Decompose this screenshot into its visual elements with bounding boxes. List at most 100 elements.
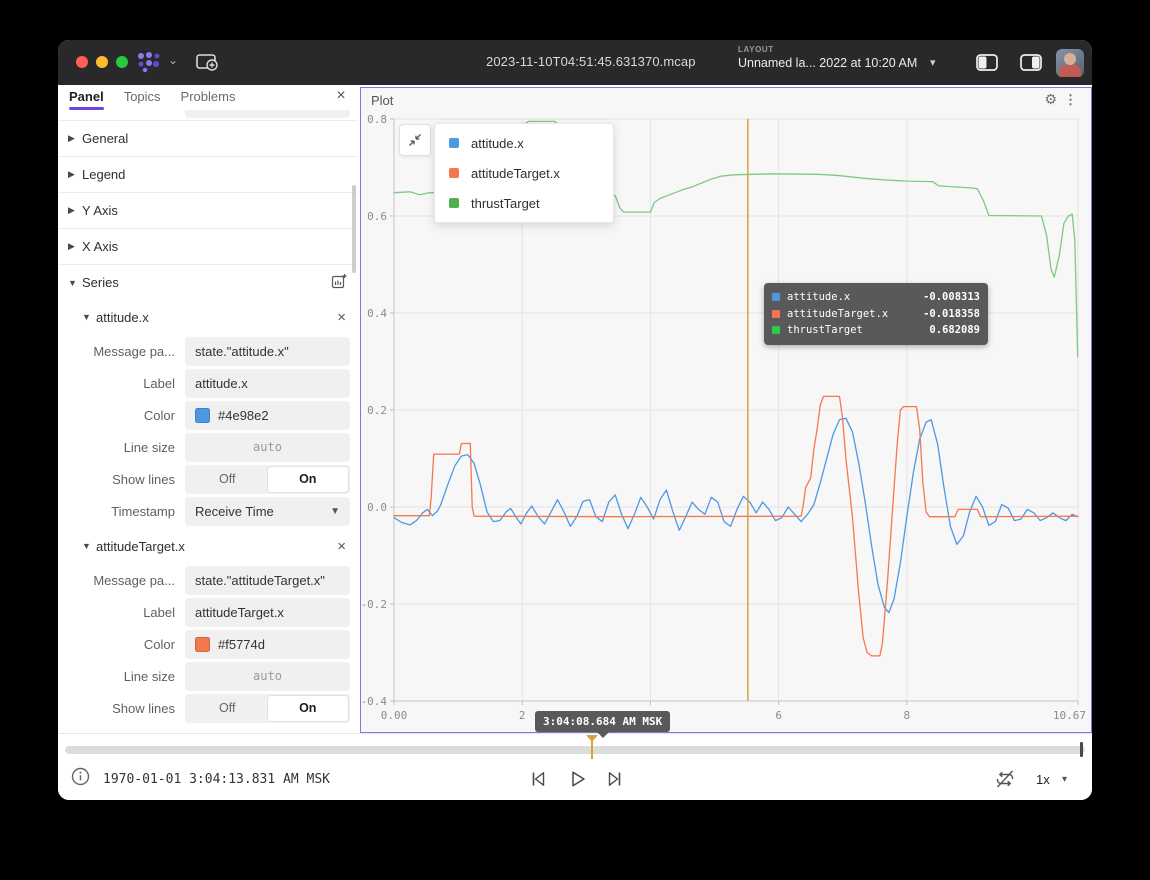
sidebar-section-y-axis[interactable]: ▶Y Axis: [58, 192, 358, 228]
toggle-option-on[interactable]: On: [268, 696, 349, 721]
legend-collapse-button[interactable]: [399, 124, 431, 156]
tab-problems[interactable]: Problems: [181, 89, 236, 107]
label-input[interactable]: attitudeTarget.x: [185, 598, 350, 627]
section-label: Series: [82, 275, 119, 290]
seek-forward-button[interactable]: [604, 768, 626, 795]
legend-item-thrusttarget[interactable]: thrustTarget: [435, 188, 613, 218]
tooltip-row-attitudetarget-x: attitudeTarget.x-0.018358: [772, 306, 980, 323]
playback-scrubber[interactable]: [65, 746, 1085, 754]
add-panel-icon[interactable]: [194, 50, 220, 79]
scrubber-hover-time-tooltip: 3:04:08.684 AM MSK: [535, 711, 670, 732]
color-field[interactable]: #f5774d: [185, 630, 350, 659]
series-header-attitudetarget-x[interactable]: ▼attitudeTarget.x×: [58, 529, 358, 563]
toggle-option-on[interactable]: On: [268, 467, 349, 492]
sidebar-section-legend[interactable]: ▶Legend: [58, 156, 358, 192]
legend-swatch-icon: [449, 138, 459, 148]
zoom-window-button[interactable]: [116, 56, 128, 68]
playback-bar: 1970-01-01 3:04:13.831 AM MSK: [58, 733, 1092, 800]
sidebar-section-x-axis[interactable]: ▶X Axis: [58, 228, 358, 264]
speed-chevron-icon[interactable]: ▾: [1062, 774, 1067, 785]
caret-right-icon: ▶: [68, 205, 82, 216]
tooltip-series-value: 0.682089: [929, 324, 980, 336]
message-pa-input[interactable]: state."attitude.x": [185, 337, 350, 366]
hover-values-tooltip: attitude.x-0.008313attitudeTarget.x-0.01…: [764, 283, 988, 345]
x-tick-label: 2: [519, 709, 526, 722]
legend-label: attitudeTarget.x: [471, 166, 560, 181]
field-label: Show lines: [58, 472, 185, 487]
loop-off-icon[interactable]: [993, 768, 1017, 795]
toggle-option-off[interactable]: Off: [187, 467, 268, 492]
remove-series-icon[interactable]: ×: [337, 309, 346, 326]
sidebar-content: Title Plot ▶General▶Legend▶Y Axis▶X Axis…: [58, 110, 358, 733]
plot-panel[interactable]: Plot ⚙ ⋮ 0.80.60.40.20.0-0.2-0.40.002468…: [360, 87, 1092, 733]
timestamp-select[interactable]: Receive Time▼: [185, 497, 350, 526]
line-size-input[interactable]: auto: [185, 662, 350, 691]
avatar-head: [1064, 53, 1076, 65]
field-row-line-size: Line sizeauto: [58, 662, 350, 691]
layout-chevron-icon[interactable]: ▾: [930, 56, 936, 69]
field-row-color: Color#4e98e2: [58, 401, 350, 430]
caret-right-icon: ▶: [68, 169, 82, 180]
tooltip-row-thrusttarget: thrustTarget 0.682089: [772, 322, 980, 339]
add-series-icon[interactable]: [331, 273, 348, 292]
sidebar-section-general[interactable]: ▶General: [58, 120, 358, 156]
layout-selector[interactable]: LAYOUT Unnamed la... 2022 at 10:20 AM: [738, 45, 917, 70]
playback-info-icon[interactable]: [71, 767, 90, 791]
scrubber-playhead[interactable]: [1080, 742, 1083, 757]
app-window: ⌄ 2023-11-10T04:51:45.631370.mcap LAYOUT…: [58, 40, 1092, 800]
tooltip-swatch-icon: [772, 293, 780, 301]
color-field[interactable]: #4e98e2: [185, 401, 350, 430]
user-avatar[interactable]: [1056, 49, 1084, 77]
y-tick-label: 0.8: [367, 113, 387, 126]
collapse-arrows-icon: [407, 132, 423, 148]
foxglove-logo-icon[interactable]: [136, 50, 162, 79]
title-field-label: Title: [58, 110, 185, 111]
title-field-input[interactable]: Plot: [185, 110, 350, 118]
layout-label: LAYOUT: [738, 45, 917, 54]
y-tick-label: 0.0: [367, 501, 387, 514]
tab-panel[interactable]: Panel: [69, 89, 104, 107]
legend-swatch-icon: [449, 168, 459, 178]
show-lines-toggle: OffOn: [185, 465, 350, 494]
app-menu-chevron-icon[interactable]: ⌄: [168, 53, 178, 67]
section-label: Legend: [82, 167, 125, 182]
data-source-title[interactable]: 2023-11-10T04:51:45.631370.mcap: [486, 54, 766, 69]
field-row-color: Color#f5774d: [58, 630, 350, 659]
caret-right-icon: ▶: [68, 133, 82, 144]
caret-right-icon: ▶: [68, 241, 82, 252]
sidebar-section-series[interactable]: ▼Series: [58, 264, 358, 300]
minimize-window-button[interactable]: [96, 56, 108, 68]
right-sidebar-toggle-icon[interactable]: [1019, 53, 1043, 78]
label-input[interactable]: attitude.x: [185, 369, 350, 398]
sidebar-tabs: Panel Topics Problems ×: [58, 85, 358, 110]
legend-swatch-icon: [449, 198, 459, 208]
remove-series-icon[interactable]: ×: [337, 538, 346, 555]
line-size-input[interactable]: auto: [185, 433, 350, 462]
field-label: Message pa...: [58, 344, 185, 359]
legend-item-attitude-x[interactable]: attitude.x: [435, 128, 613, 158]
series-line-attitudetarget-x[interactable]: [394, 396, 1078, 656]
left-sidebar-toggle-icon[interactable]: [975, 53, 999, 78]
field-row-message-pa: Message pa...state."attitudeTarget.x": [58, 566, 350, 595]
message-pa-input[interactable]: state."attitudeTarget.x": [185, 566, 350, 595]
playback-speed[interactable]: 1x: [1036, 772, 1050, 787]
play-button[interactable]: [567, 768, 589, 795]
toggle-option-off[interactable]: Off: [187, 696, 268, 721]
sidebar-close-icon[interactable]: ×: [332, 87, 350, 105]
tooltip-series-label: thrustTarget: [787, 324, 863, 336]
y-tick-label: 0.4: [367, 307, 387, 320]
sidebar-scrollbar[interactable]: [352, 185, 356, 273]
avatar-body: [1059, 65, 1081, 77]
tab-topics[interactable]: Topics: [124, 89, 161, 107]
series-header-attitude-x[interactable]: ▼attitude.x×: [58, 300, 358, 334]
field-row-line-size: Line sizeauto: [58, 433, 350, 462]
close-window-button[interactable]: [76, 56, 88, 68]
seek-backward-button[interactable]: [527, 768, 549, 795]
legend-label: attitude.x: [471, 136, 524, 151]
legend-item-attitudetarget-x[interactable]: attitudeTarget.x: [435, 158, 613, 188]
field-row-show-lines: Show linesOffOn: [58, 465, 350, 494]
series-line-attitude-x[interactable]: [394, 418, 1078, 613]
current-timestamp: 1970-01-01 3:04:13.831 AM MSK: [103, 772, 330, 787]
section-label: X Axis: [82, 239, 118, 254]
scrubber-hover-line: [591, 741, 593, 759]
